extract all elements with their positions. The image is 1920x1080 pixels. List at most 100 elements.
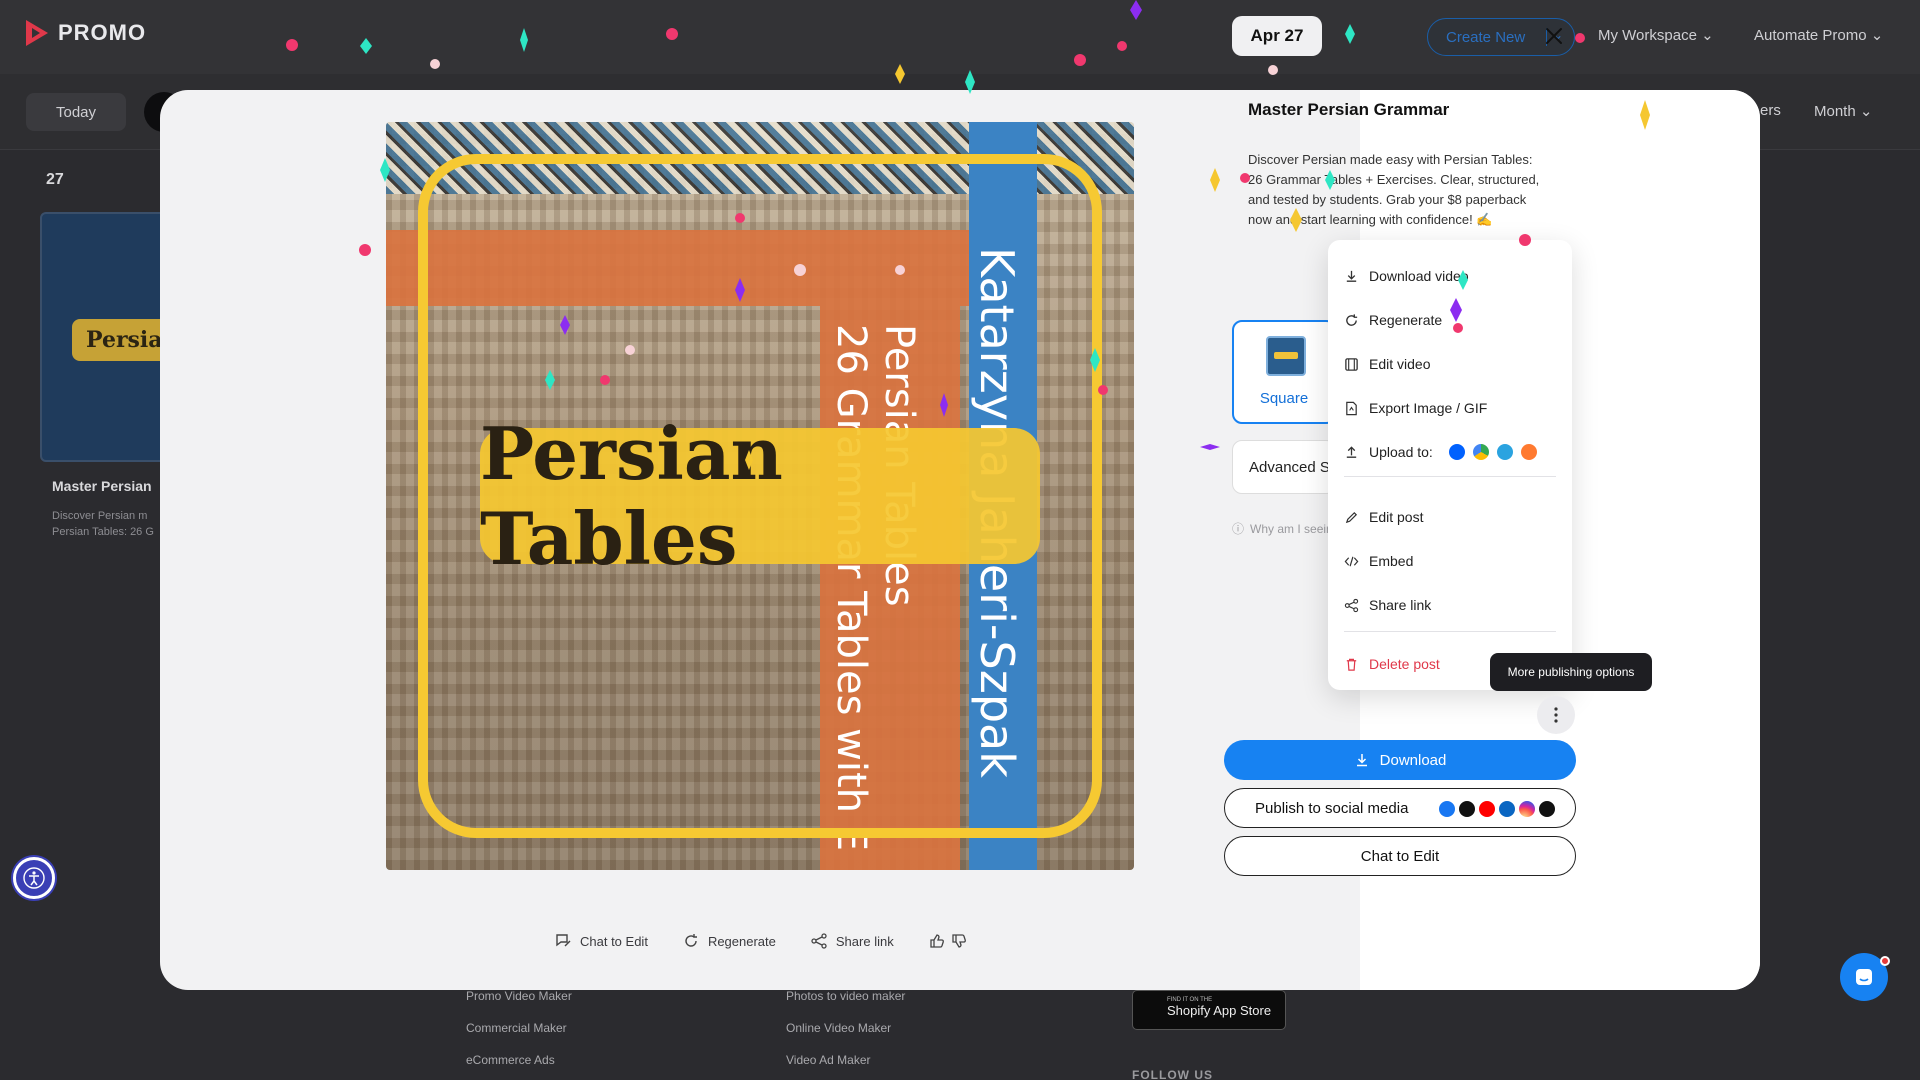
footer-link[interactable]: Online Video Maker bbox=[786, 1012, 905, 1044]
footer-link[interactable]: Commercial Maker bbox=[466, 1012, 572, 1044]
menu-label: Share link bbox=[1369, 597, 1432, 613]
chevron-down-icon: ⌄ bbox=[1859, 103, 1873, 120]
hubspot-icon[interactable] bbox=[1520, 444, 1537, 460]
today-button[interactable]: Today bbox=[26, 93, 126, 131]
menu-label: Upload to: bbox=[1369, 444, 1433, 460]
format-square-option[interactable]: Square bbox=[1232, 320, 1336, 424]
accessibility-icon bbox=[23, 867, 45, 889]
card-description: Discover Persian m Persian Tables: 26 G bbox=[52, 510, 154, 538]
chat-to-edit-action[interactable]: Chat to Edit bbox=[554, 932, 648, 950]
card-title: Master Persian bbox=[52, 478, 152, 494]
share-link-action[interactable]: Share link bbox=[810, 932, 894, 950]
more-options-menu: Download video Regenerate Edit video Exp… bbox=[1328, 240, 1572, 690]
regenerate-action[interactable]: Regenerate bbox=[682, 932, 776, 950]
video-preview[interactable]: Katarzyna Jaheri-Szpak Persian Tables 26… bbox=[386, 122, 1134, 870]
month-select[interactable]: Month ⌄ bbox=[1814, 102, 1872, 120]
film-edit-icon bbox=[1345, 357, 1358, 371]
chevron-down-icon: ⌄ bbox=[1701, 27, 1714, 44]
dropbox-icon[interactable] bbox=[1448, 444, 1465, 460]
square-format-thumbnail bbox=[1266, 336, 1306, 376]
calendar-post-card[interactable]: Persian bbox=[40, 212, 170, 462]
menu-share-link[interactable]: Share link bbox=[1344, 593, 1556, 617]
menu-download-video[interactable]: Download video bbox=[1344, 264, 1556, 288]
youtube-icon bbox=[1479, 801, 1495, 817]
more-publishing-options-button[interactable] bbox=[1537, 696, 1575, 734]
x-icon bbox=[1459, 801, 1475, 817]
download-icon bbox=[1346, 270, 1357, 282]
menu-divider bbox=[1344, 631, 1556, 632]
store-badge-name: Shopify App Store bbox=[1167, 1003, 1272, 1018]
regenerate-icon bbox=[685, 934, 697, 947]
post-title: Master Persian Grammar bbox=[1248, 100, 1450, 119]
social-icons bbox=[1439, 801, 1555, 817]
more-options-tooltip: More publishing options bbox=[1490, 653, 1652, 691]
chat-to-edit-button[interactable]: Chat to Edit bbox=[1224, 836, 1576, 876]
accessibility-button[interactable] bbox=[13, 857, 55, 899]
share-icon bbox=[811, 933, 827, 949]
menu-label: Export Image / GIF bbox=[1369, 400, 1488, 416]
telegram-icon[interactable] bbox=[1496, 444, 1513, 460]
download-button[interactable]: Download bbox=[1224, 740, 1576, 780]
thumbs-up-icon[interactable] bbox=[928, 932, 946, 950]
why-am-i-seeing-link[interactable]: ⓘ Why am I seeing this? bbox=[1232, 520, 1336, 537]
menu-label: Edit video bbox=[1369, 356, 1431, 372]
my-workspace-menu[interactable]: My Workspace ⌄ bbox=[1598, 26, 1714, 44]
menu-label: Embed bbox=[1369, 553, 1414, 569]
facebook-icon bbox=[1439, 801, 1455, 817]
menu-regenerate[interactable]: Regenerate bbox=[1344, 308, 1556, 332]
automate-promo-menu[interactable]: Automate Promo ⌄ bbox=[1754, 26, 1883, 44]
month-label: Month bbox=[1814, 103, 1856, 120]
upload-destinations bbox=[1448, 444, 1537, 460]
info-icon: ⓘ bbox=[1232, 522, 1245, 536]
export-file-icon bbox=[1346, 401, 1357, 415]
pencil-icon bbox=[1345, 511, 1358, 523]
share-link-label: Share link bbox=[835, 933, 894, 949]
notification-dot bbox=[1880, 956, 1890, 966]
my-workspace-label: My Workspace bbox=[1598, 27, 1697, 44]
calendar-day-number: 27 bbox=[46, 171, 64, 188]
linkedin-icon bbox=[1499, 801, 1515, 817]
google-drive-icon[interactable] bbox=[1472, 444, 1489, 460]
menu-upload-to[interactable]: Upload to: bbox=[1344, 440, 1556, 464]
automate-promo-label: Automate Promo bbox=[1754, 27, 1867, 44]
chat-to-edit-label: Chat to Edit bbox=[580, 933, 648, 949]
menu-label: Delete post bbox=[1369, 656, 1440, 672]
close-icon[interactable] bbox=[1540, 22, 1568, 50]
regenerate-label: Regenerate bbox=[707, 933, 776, 949]
menu-label: Download video bbox=[1369, 268, 1469, 284]
logo-text: PROMO bbox=[58, 20, 147, 45]
preview-actions: Chat to Edit Regenerate Share link bbox=[554, 932, 968, 950]
publish-to-social-button[interactable]: Publish to social media bbox=[1224, 788, 1576, 828]
preview-title: Persian Tables bbox=[480, 411, 783, 581]
filters-button[interactable]: ers bbox=[1760, 102, 1781, 119]
post-date: Apr 27 bbox=[1232, 16, 1322, 56]
footer-link[interactable]: Video Ad Maker bbox=[786, 1044, 905, 1076]
shopify-app-store-badge[interactable]: FIND IT ON THE Shopify App Store bbox=[1132, 990, 1286, 1030]
format-label: Square bbox=[1259, 390, 1309, 407]
menu-label: Edit post bbox=[1369, 509, 1424, 525]
chat-icon bbox=[1856, 969, 1872, 985]
download-icon bbox=[1356, 754, 1367, 767]
footer-link[interactable]: eCommerce Ads bbox=[466, 1044, 572, 1076]
upload-icon bbox=[1346, 445, 1357, 458]
menu-export-image-gif[interactable]: Export Image / GIF bbox=[1344, 396, 1556, 420]
card-thumb-title: Persian bbox=[72, 319, 168, 361]
vertical-dots-icon bbox=[1554, 707, 1558, 723]
menu-edit-post[interactable]: Edit post bbox=[1344, 505, 1556, 529]
menu-embed[interactable]: Embed bbox=[1344, 549, 1556, 573]
advanced-settings-button[interactable]: Advanced Settings bbox=[1232, 440, 1336, 494]
menu-edit-video[interactable]: Edit video bbox=[1344, 352, 1556, 376]
code-icon bbox=[1344, 556, 1359, 566]
why-label: Why am I seeing this? bbox=[1250, 521, 1336, 536]
menu-label: Regenerate bbox=[1369, 312, 1443, 328]
post-description: Discover Persian made easy with Persian … bbox=[1248, 152, 1540, 227]
thumbs-down-icon[interactable] bbox=[950, 932, 968, 950]
trash-icon bbox=[1346, 658, 1357, 671]
download-label: Download bbox=[1379, 751, 1447, 769]
promo-logo[interactable]: PROMO bbox=[24, 18, 146, 48]
feedback-buttons bbox=[928, 932, 968, 950]
promo-logo-icon bbox=[24, 18, 50, 48]
tiktok-icon bbox=[1539, 801, 1555, 817]
footer-column-2: Photos to video maker Online Video Maker… bbox=[786, 980, 905, 1076]
instagram-icon bbox=[1519, 801, 1535, 817]
